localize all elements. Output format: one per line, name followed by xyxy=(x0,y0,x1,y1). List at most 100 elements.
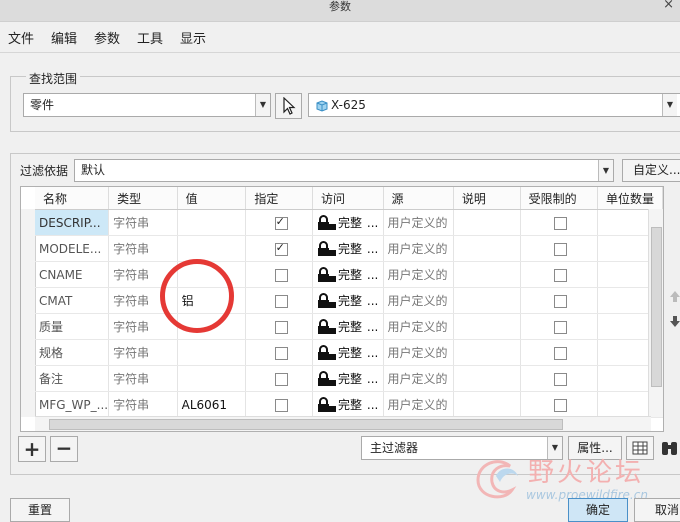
cell-source[interactable]: 用户定义的 xyxy=(383,365,454,392)
access-more[interactable]: ... xyxy=(367,346,378,360)
designated-checkbox[interactable] xyxy=(274,372,288,386)
cell-type[interactable]: 字符串 xyxy=(108,235,178,262)
designated-checkbox[interactable] xyxy=(274,398,288,412)
binoculars-icon[interactable] xyxy=(660,440,680,458)
col-header-source[interactable]: 源 xyxy=(383,187,454,210)
table-row[interactable]: CNAME 字符串 完整 ... 用户定义的 xyxy=(35,261,663,288)
cell-source[interactable]: 用户定义的 xyxy=(383,261,454,288)
cell-type[interactable]: 字符串 xyxy=(108,209,178,236)
vertical-scrollbar[interactable] xyxy=(648,209,663,417)
cell-description[interactable] xyxy=(453,209,521,236)
designated-checkbox[interactable] xyxy=(274,268,288,282)
move-up-icon[interactable] xyxy=(670,290,680,302)
reset-button[interactable]: 重置 xyxy=(10,498,70,522)
table-row[interactable]: DESCRIP...字符串 完整 ...用户定义的 xyxy=(35,209,663,236)
restricted-checkbox[interactable] xyxy=(554,398,568,412)
cell-name[interactable]: DESCRIP... xyxy=(35,209,110,236)
col-header-type[interactable]: 类型 xyxy=(108,187,178,210)
cancel-button[interactable]: 取消 xyxy=(634,498,680,522)
cell-type[interactable]: 字符串 xyxy=(108,261,178,288)
access-more[interactable]: ... xyxy=(367,268,378,282)
cell-source[interactable]: 用户定义的 xyxy=(383,235,454,262)
add-parameter-button[interactable]: + xyxy=(18,436,46,462)
cell-description[interactable] xyxy=(453,391,521,418)
cell-description[interactable] xyxy=(453,287,521,314)
cell-source[interactable]: 用户定义的 xyxy=(383,209,454,236)
cell-value[interactable] xyxy=(177,261,247,288)
access-more[interactable]: ... xyxy=(367,216,378,230)
cell-type[interactable]: 字符串 xyxy=(108,391,178,418)
model-select[interactable]: X-625 ▼ xyxy=(308,93,680,117)
cell-description[interactable] xyxy=(453,339,521,366)
cell-value[interactable] xyxy=(177,235,247,262)
menu-parameters[interactable]: 参数 xyxy=(94,28,120,47)
cell-source[interactable]: 用户定义的 xyxy=(383,339,454,366)
designated-checkbox[interactable] xyxy=(274,346,288,360)
cell-value[interactable] xyxy=(177,339,247,366)
access-more[interactable]: ... xyxy=(367,398,378,412)
cell-description[interactable] xyxy=(453,365,521,392)
cell-type[interactable]: 字符串 xyxy=(108,365,178,392)
menu-tools[interactable]: 工具 xyxy=(137,28,163,47)
designated-checkbox[interactable] xyxy=(274,320,288,334)
cell-source[interactable]: 用户定义的 xyxy=(383,391,454,418)
access-more[interactable]: ... xyxy=(367,320,378,334)
restricted-checkbox[interactable] xyxy=(554,346,568,360)
table-row[interactable]: MODELE...字符串 完整 ...用户定义的 xyxy=(35,235,663,262)
col-header-unit-quantity[interactable]: 单位数量 xyxy=(597,187,663,210)
cell-value[interactable] xyxy=(177,313,247,340)
cell-description[interactable] xyxy=(453,261,521,288)
restricted-checkbox[interactable] xyxy=(554,320,568,334)
cell-name[interactable]: MFG_WP_... xyxy=(35,391,110,418)
cell-name[interactable]: 质量 xyxy=(35,313,110,340)
table-row[interactable]: 备注 字符串 完整 ... 用户定义的 xyxy=(35,365,663,392)
designated-checkbox[interactable] xyxy=(274,241,288,256)
cell-name[interactable]: MODELE... xyxy=(35,235,110,262)
horizontal-scrollbar[interactable] xyxy=(35,416,651,431)
remove-parameter-button[interactable]: − xyxy=(50,436,78,462)
cell-access[interactable]: 完整 ... xyxy=(312,287,384,314)
cell-source[interactable]: 用户定义的 xyxy=(383,287,454,314)
access-more[interactable]: ... xyxy=(367,372,378,386)
access-more[interactable]: ... xyxy=(367,294,378,308)
scroll-thumb[interactable] xyxy=(651,227,662,387)
restricted-checkbox[interactable] xyxy=(554,372,568,386)
menu-edit[interactable]: 编辑 xyxy=(51,28,77,47)
cell-value[interactable] xyxy=(177,365,247,392)
cell-access[interactable]: 完整 ... xyxy=(312,261,384,288)
menu-display[interactable]: 显示 xyxy=(180,28,206,47)
restricted-checkbox[interactable] xyxy=(554,268,568,282)
cell-description[interactable] xyxy=(453,235,521,262)
cell-access[interactable]: 完整 ... xyxy=(312,339,384,366)
col-header-value[interactable]: 值 xyxy=(177,187,247,210)
cell-description[interactable] xyxy=(453,313,521,340)
table-row[interactable]: CMAT 字符串铝完整 ... 用户定义的 xyxy=(35,287,663,314)
cell-name[interactable]: 备注 xyxy=(35,365,110,392)
restricted-checkbox[interactable] xyxy=(554,294,568,308)
table-row[interactable]: MFG_WP_... 字符串 AL6061 完整 ... 用户定义的 xyxy=(35,391,663,418)
designated-checkbox[interactable] xyxy=(274,294,288,308)
cell-access[interactable]: 完整 ... xyxy=(312,391,384,418)
cell-value[interactable]: AL6061 xyxy=(177,391,247,418)
cell-access[interactable]: 完整 ... xyxy=(312,313,384,340)
col-header-designated[interactable]: 指定 xyxy=(245,187,314,210)
access-more[interactable]: ... xyxy=(367,242,378,256)
restricted-checkbox[interactable] xyxy=(554,242,568,256)
customize-button[interactable]: 自定义... xyxy=(622,159,680,182)
close-icon[interactable]: × xyxy=(663,0,674,12)
ok-button[interactable]: 确定 xyxy=(568,498,628,522)
cell-value[interactable]: 铝 xyxy=(177,287,247,314)
cell-access[interactable]: 完整 ... xyxy=(312,209,384,236)
pick-model-button[interactable] xyxy=(275,93,302,119)
cell-type[interactable]: 字符串 xyxy=(108,339,178,366)
scope-type-select[interactable]: 零件 ▼ xyxy=(23,93,271,117)
col-header-name[interactable]: 名称 xyxy=(35,187,110,210)
restricted-checkbox[interactable] xyxy=(554,216,568,230)
col-header-description[interactable]: 说明 xyxy=(453,187,521,210)
cell-name[interactable]: CNAME xyxy=(35,261,110,288)
filter-select[interactable]: 默认 ▼ xyxy=(74,159,614,182)
move-down-icon[interactable] xyxy=(670,316,680,328)
cell-name[interactable]: CMAT xyxy=(35,287,110,314)
cell-source[interactable]: 用户定义的 xyxy=(383,313,454,340)
cell-access[interactable]: 完整 ... xyxy=(312,235,384,262)
